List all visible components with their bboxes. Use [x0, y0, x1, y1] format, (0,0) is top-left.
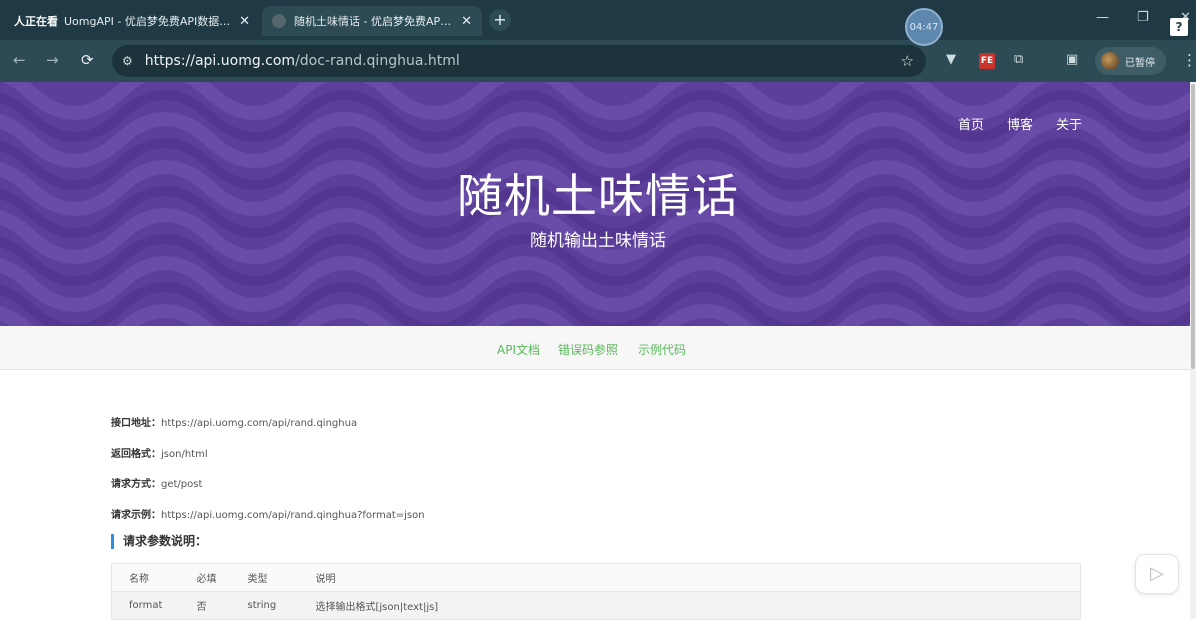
params-heading: 请求参数说明： — [111, 534, 207, 549]
fe-extension-icon[interactable]: FE — [979, 53, 995, 69]
minimize-icon[interactable]: — — [1096, 10, 1109, 25]
back-icon[interactable]: ← — [13, 51, 26, 69]
play-icon[interactable]: ▷ — [1135, 554, 1179, 594]
table-header-row: 名称 必填 类型 说明 — [111, 563, 1081, 592]
recording-timer: 04:47 — [905, 8, 943, 46]
tab-title: UomgAPI - 优启梦免费API数据接口调用服务平台 — [64, 15, 231, 28]
nav-blog-link[interactable]: 博客 — [1007, 114, 1033, 133]
tab-uomgapi[interactable]: 人正在看 UomgAPI - 优启梦免费API数据接口调用服务平台 ✕ — [4, 6, 260, 36]
column-header: 类型 — [247, 563, 316, 592]
vue-devtools-icon[interactable]: ▼ — [946, 52, 956, 67]
param-description: 选择输出格式[json|text|js] — [315, 591, 1081, 620]
tab-api-docs[interactable]: API文档 — [497, 341, 540, 358]
hero-banner: 首页 博客 关于 随机土味情话 随机输出土味情话 — [0, 82, 1196, 326]
info-key: 接口地址： — [111, 418, 161, 429]
close-icon[interactable]: ✕ — [453, 14, 472, 29]
request-method-row: 请求方式：get/post — [111, 475, 202, 490]
param-required: 否 — [196, 591, 248, 620]
return-format-row: 返回格式：json/html — [111, 445, 208, 460]
help-icon[interactable]: ? — [1170, 18, 1188, 36]
info-key: 请求示例： — [111, 510, 161, 521]
info-key: 返回格式： — [111, 449, 161, 460]
browser-tab-strip: 人正在看 UomgAPI - 优启梦免费API数据接口调用服务平台 ✕ 随机土味… — [0, 0, 1196, 40]
column-header: 名称 — [111, 563, 197, 592]
restore-icon[interactable]: ❐ — [1137, 10, 1149, 25]
info-value: https://api.uomg.com/api/rand.qinghua — [161, 418, 358, 429]
close-icon[interactable]: ✕ — [231, 14, 250, 29]
doc-subnav: API文档 错误码参照 示例代码 — [0, 326, 1196, 370]
address-bar[interactable]: ⚙ https://api.uomg.com/doc-rand.qinghua.… — [112, 45, 926, 77]
tab-sample-code[interactable]: 示例代码 — [638, 341, 686, 358]
params-table: 名称 必填 类型 说明 format 否 string 选择输出格式[json|… — [111, 563, 1081, 620]
nav-home-link[interactable]: 首页 — [958, 114, 984, 133]
param-type: string — [247, 591, 316, 620]
bookmark-star-icon[interactable]: ☆ — [901, 52, 914, 70]
profile-button[interactable]: 已暂停 — [1095, 47, 1166, 75]
browser-toolbar: ← → ⟳ ⚙ https://api.uomg.com/doc-rand.qi… — [0, 40, 1196, 82]
live-viewers-label: 人正在看 — [14, 15, 58, 28]
page-title: 随机土味情话 — [457, 169, 739, 223]
profile-status: 已暂停 — [1125, 57, 1155, 69]
info-value: json/html — [161, 449, 208, 460]
table-row: format 否 string 选择输出格式[json|text|js] — [111, 591, 1081, 620]
api-endpoint-row: 接口地址：https://api.uomg.com/api/rand.qingh… — [111, 414, 357, 429]
side-panel-icon[interactable]: ▣ — [1066, 52, 1078, 67]
column-header: 说明 — [315, 563, 1081, 592]
page-subtitle: 随机输出土味情话 — [530, 231, 666, 251]
request-example-row: 请求示例：https://api.uomg.com/api/rand.qingh… — [111, 506, 425, 521]
url-text: https://api.uomg.com/doc-rand.qinghua.ht… — [144, 53, 460, 69]
column-header: 必填 — [196, 563, 248, 592]
param-name: format — [111, 591, 197, 620]
info-key: 请求方式： — [111, 479, 161, 490]
tab-error-codes[interactable]: 错误码参照 — [558, 341, 618, 358]
tab-qinghua[interactable]: 随机土味情话 - 优启梦免费API数据接口调用服务平台 ✕ — [262, 6, 482, 36]
nav-about-link[interactable]: 关于 — [1056, 114, 1082, 133]
browser-menu-icon[interactable]: ⋮ — [1182, 51, 1196, 69]
info-value[interactable]: https://api.uomg.com/api/rand.qinghua?fo… — [161, 510, 425, 521]
extensions-puzzle-icon[interactable]: ⧉ — [1014, 52, 1023, 67]
forward-icon[interactable]: → — [46, 51, 59, 69]
scrollbar-thumb[interactable] — [1191, 84, 1195, 369]
reload-icon[interactable]: ⟳ — [81, 51, 94, 69]
new-tab-button[interactable]: + — [489, 9, 511, 31]
tab-title: 随机土味情话 - 优启梦免费API数据接口调用服务平台 — [294, 15, 454, 28]
info-value: get/post — [161, 479, 203, 490]
site-info-icon[interactable]: ⚙ — [122, 54, 133, 68]
globe-icon — [272, 14, 286, 28]
avatar — [1101, 52, 1119, 70]
